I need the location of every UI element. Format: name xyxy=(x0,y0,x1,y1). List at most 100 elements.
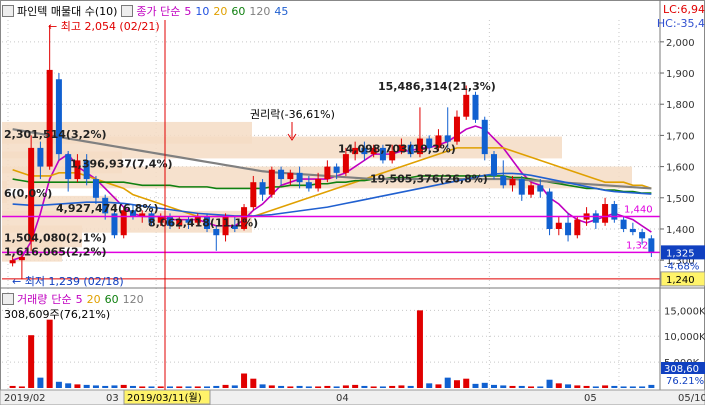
volume-bar[interactable] xyxy=(574,385,581,388)
volume-bar[interactable] xyxy=(491,384,497,388)
stock-name[interactable]: 파인텍 매물대 수(10) xyxy=(17,3,117,19)
candle-body[interactable] xyxy=(213,228,220,236)
candle-body[interactable] xyxy=(259,182,266,195)
volume-bar[interactable] xyxy=(537,386,544,388)
volume-bar[interactable] xyxy=(37,377,44,388)
candle-body[interactable] xyxy=(528,185,535,195)
volume-bar[interactable] xyxy=(555,383,562,388)
volume-bar[interactable] xyxy=(65,383,72,388)
ma-label[interactable]: 종가 단순 xyxy=(136,3,180,19)
volume-bar[interactable] xyxy=(83,384,90,388)
volume-bar[interactable] xyxy=(639,386,646,388)
volume-label[interactable]: 거래량 xyxy=(17,291,47,307)
volume-bar[interactable] xyxy=(416,310,423,388)
candle-body[interactable] xyxy=(315,179,322,189)
candle-body[interactable] xyxy=(287,172,294,180)
volume-bar[interactable] xyxy=(481,382,488,388)
volume-bar[interactable] xyxy=(55,381,62,388)
volume-bar[interactable] xyxy=(120,384,127,388)
candle-body[interactable] xyxy=(592,213,599,223)
candle-body[interactable] xyxy=(37,147,44,167)
volume-bar[interactable] xyxy=(278,385,285,388)
settings-button[interactable] xyxy=(2,5,14,17)
candle-body[interactable] xyxy=(639,232,646,239)
candle-body[interactable] xyxy=(546,191,553,229)
volume-bar[interactable] xyxy=(176,386,183,388)
volume-bar[interactable] xyxy=(139,386,146,388)
volume-bar[interactable] xyxy=(472,383,479,388)
candle-body[interactable] xyxy=(296,172,303,183)
volume-bar[interactable] xyxy=(204,386,211,388)
volume-bar[interactable] xyxy=(213,385,220,388)
volume-bar[interactable] xyxy=(583,385,590,388)
volume-bar[interactable] xyxy=(287,386,294,388)
volume-bar[interactable] xyxy=(74,384,81,388)
volume-bar[interactable] xyxy=(500,385,507,388)
candle-body[interactable] xyxy=(46,69,53,167)
volume-bar[interactable] xyxy=(18,386,25,388)
candle-body[interactable] xyxy=(602,204,609,223)
volume-bar[interactable] xyxy=(453,380,460,388)
candle-body[interactable] xyxy=(278,169,285,180)
candle-body[interactable] xyxy=(250,182,257,208)
volume-bar[interactable] xyxy=(407,385,414,388)
candle-body[interactable] xyxy=(472,94,479,120)
volume-bar[interactable] xyxy=(463,378,470,388)
volume-bar[interactable] xyxy=(370,386,377,388)
volume-bar[interactable] xyxy=(148,386,155,388)
candle-body[interactable] xyxy=(629,228,636,233)
volume-bar[interactable] xyxy=(444,377,451,388)
candle-body[interactable] xyxy=(509,179,516,186)
volume-bar[interactable] xyxy=(435,384,442,388)
volume-bar[interactable] xyxy=(352,384,359,388)
volume-bar[interactable] xyxy=(46,319,53,388)
candle-body[interactable] xyxy=(611,204,618,220)
ma-toggle-button[interactable] xyxy=(121,5,134,17)
volume-bar[interactable] xyxy=(648,384,655,388)
candle-body[interactable] xyxy=(342,154,349,173)
candle-body[interactable] xyxy=(453,116,460,142)
volume-bar[interactable] xyxy=(250,378,257,388)
volume-bar[interactable] xyxy=(241,373,248,388)
candle-body[interactable] xyxy=(518,179,525,195)
volume-settings-button[interactable] xyxy=(2,293,14,305)
volume-bar[interactable] xyxy=(426,383,433,388)
candle-body[interactable] xyxy=(648,238,655,253)
candle-body[interactable] xyxy=(268,169,275,195)
candle-body[interactable] xyxy=(463,94,470,117)
volume-bar[interactable] xyxy=(305,386,312,388)
candle-body[interactable] xyxy=(305,182,312,189)
volume-bar[interactable] xyxy=(629,386,636,388)
volume-bar[interactable] xyxy=(565,384,572,388)
volume-bar[interactable] xyxy=(167,386,173,388)
volume-bar[interactable] xyxy=(222,384,229,388)
volume-bar[interactable] xyxy=(620,386,627,388)
candle-body[interactable] xyxy=(333,166,340,173)
volume-bar[interactable] xyxy=(194,386,201,388)
volume-bar[interactable] xyxy=(102,385,109,388)
volume-bar[interactable] xyxy=(259,384,266,388)
volume-bar[interactable] xyxy=(157,386,164,388)
volume-bar[interactable] xyxy=(185,386,192,388)
candle-body[interactable] xyxy=(555,222,562,229)
volume-bar[interactable] xyxy=(92,385,99,388)
volume-bar[interactable] xyxy=(528,386,535,388)
volume-bar[interactable] xyxy=(268,385,275,388)
volume-bar[interactable] xyxy=(315,386,322,388)
candle-body[interactable] xyxy=(481,119,488,155)
volume-bar[interactable] xyxy=(296,385,303,388)
candle-body[interactable] xyxy=(500,175,507,186)
candle-body[interactable] xyxy=(574,219,581,236)
candle-body[interactable] xyxy=(537,185,544,192)
volume-bar[interactable] xyxy=(324,385,331,388)
candle-body[interactable] xyxy=(620,219,627,229)
volume-bar[interactable] xyxy=(518,385,525,388)
candle-body[interactable] xyxy=(55,79,62,155)
volume-bar[interactable] xyxy=(611,385,618,388)
volume-bar[interactable] xyxy=(129,385,136,388)
candle-body[interactable] xyxy=(565,222,572,236)
volume-bar[interactable] xyxy=(546,379,553,388)
candle-body[interactable] xyxy=(491,154,497,176)
volume-bar[interactable] xyxy=(509,385,516,388)
volume-bar[interactable] xyxy=(361,385,368,388)
